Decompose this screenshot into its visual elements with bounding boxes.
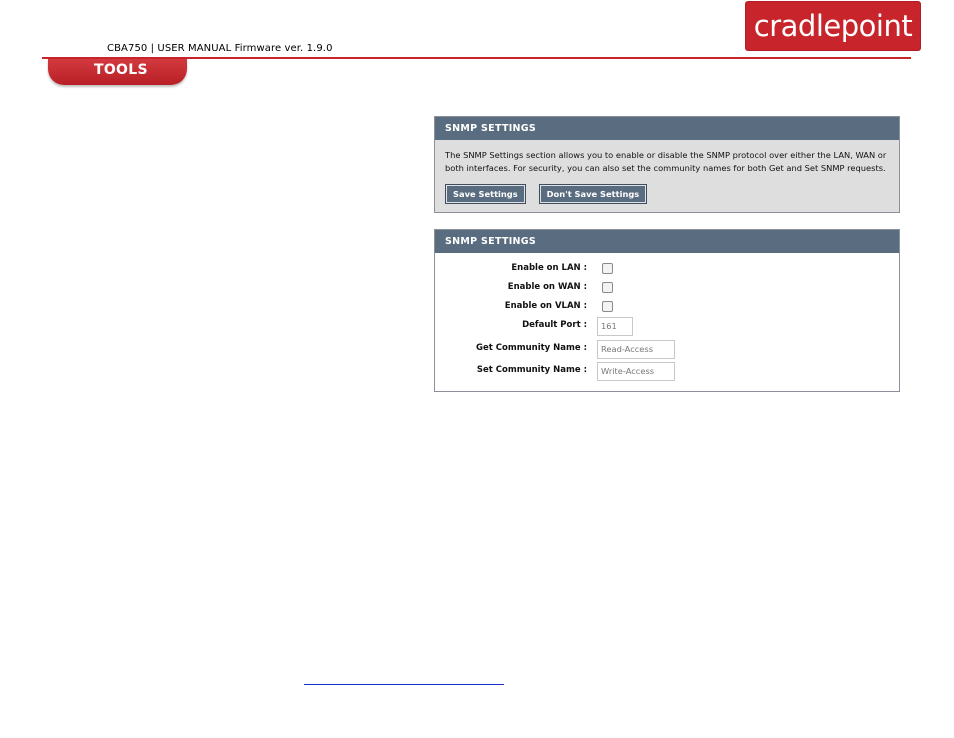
default-port-row: Default Port : 161 (435, 317, 899, 336)
enable-wan-label: Enable on WAN : (507, 282, 587, 292)
snmp-settings-panel: SNMP SETTINGS Enable on LAN : Enable on … (434, 229, 900, 392)
button-row: Save Settings Don't Save Settings (445, 184, 648, 204)
panel-title: SNMP SETTINGS (435, 117, 899, 140)
section-tab-label: TOOLS (94, 62, 148, 78)
enable-lan-row: Enable on LAN : (435, 260, 899, 278)
set-community-label: Set Community Name : (476, 365, 587, 375)
enable-vlan-label: Enable on VLAN : (504, 301, 587, 311)
get-community-row: Get Community Name : Read-Access (435, 340, 899, 359)
cradlepoint-logo: cradlepoint (746, 2, 920, 50)
enable-vlan-checkbox[interactable] (602, 301, 613, 312)
section-tab-tools: TOOLS (48, 59, 187, 85)
enable-wan-checkbox[interactable] (602, 282, 613, 293)
snmp-info-panel: SNMP SETTINGS The SNMP Settings section … (434, 116, 900, 213)
get-community-label: Get Community Name : (476, 343, 587, 353)
enable-vlan-row: Enable on VLAN : (435, 298, 899, 316)
document-title: CBA750 | USER MANUAL Firmware ver. 1.9.0 (107, 43, 333, 54)
default-port-label: Default Port : (522, 320, 587, 330)
enable-lan-checkbox[interactable] (602, 263, 613, 274)
hyperlink-underline[interactable] (304, 684, 504, 685)
enable-wan-row: Enable on WAN : (435, 279, 899, 297)
save-settings-button[interactable]: Save Settings (445, 184, 526, 204)
enable-lan-label: Enable on LAN : (511, 263, 587, 273)
get-community-input[interactable]: Read-Access (597, 340, 675, 359)
default-port-input[interactable]: 161 (597, 317, 633, 336)
dont-save-settings-button[interactable]: Don't Save Settings (538, 184, 648, 204)
panel-title: SNMP SETTINGS (435, 230, 899, 253)
panel-description: The SNMP Settings section allows you to … (445, 150, 887, 173)
set-community-input[interactable]: Write-Access (597, 362, 675, 381)
set-community-row: Set Community Name : Write-Access (435, 362, 899, 381)
